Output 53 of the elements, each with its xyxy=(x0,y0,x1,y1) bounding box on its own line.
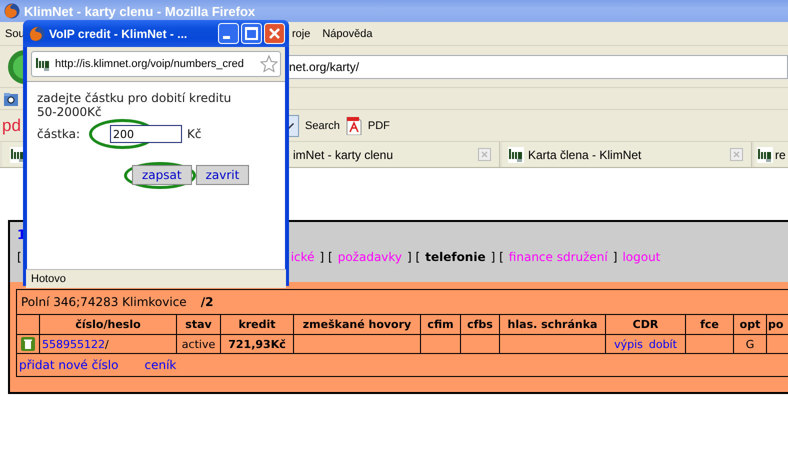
option-text: G xyxy=(746,338,754,350)
column-header: kredit xyxy=(220,315,294,334)
prompt-text: zadejte částku pro dobití kreditu 50-2000Kč xyxy=(37,91,232,119)
bracket-text: ] [ xyxy=(490,250,504,264)
browser-tab[interactable]: Karta člena - KlimNet xyxy=(502,142,752,167)
column-header: cfbs xyxy=(460,315,500,334)
close-icon[interactable] xyxy=(264,23,285,44)
field-label: částka: xyxy=(37,127,82,141)
column-header: stav xyxy=(176,315,220,334)
pdf-button[interactable]: PDF xyxy=(368,120,390,132)
cdr-link[interactable]: výpis xyxy=(614,338,643,350)
window-title: VoIP credit - KlimNet - ... xyxy=(49,26,188,40)
bracket-text: ] xyxy=(612,250,618,264)
logo-text: pd xyxy=(1,116,21,136)
close-button[interactable]: zavrit xyxy=(196,165,250,185)
address-text: Polní 346;74283 Klimkovice xyxy=(21,295,187,309)
close-tab-icon xyxy=(730,148,743,161)
amount-input[interactable]: 200 xyxy=(110,125,182,143)
cdr-link[interactable]: dobít xyxy=(648,338,677,350)
trash-icon[interactable] xyxy=(21,337,35,351)
status-text: active xyxy=(182,338,216,350)
current-section-label: telefonie xyxy=(425,250,486,264)
unit-label: Kč xyxy=(187,127,202,141)
unit-number: /2 xyxy=(200,295,214,309)
window-title: KlimNet - karty clenu - Mozilla Firefox xyxy=(24,4,256,18)
column-header: číslo/heslo xyxy=(40,315,176,334)
menu-item[interactable]: Nápověda xyxy=(322,28,372,40)
column-header: zmeškané hovory xyxy=(294,315,420,334)
pdf-icon xyxy=(346,116,362,134)
maximize-icon[interactable] xyxy=(241,23,262,44)
column-header: fce xyxy=(686,315,734,334)
password-text: / xyxy=(105,338,109,350)
credit-amount: 721,93Kč xyxy=(228,338,286,350)
column-header: CDR xyxy=(606,315,686,334)
star-icon xyxy=(260,55,278,73)
search-button[interactable]: Search xyxy=(305,120,340,132)
column-header: opt xyxy=(734,315,766,334)
bracket-text: ] [ xyxy=(407,250,420,264)
folder-search-icon xyxy=(3,90,19,106)
browser-tab[interactable]: re xyxy=(754,142,788,167)
footer-link[interactable]: ceník xyxy=(144,358,176,372)
close-tab-icon xyxy=(478,148,491,161)
minimize-icon[interactable] xyxy=(218,23,239,44)
address-field[interactable]: http://is.klimnet.org/voip/numbers_cred xyxy=(31,51,281,77)
bracket-text: ] [ xyxy=(320,250,333,264)
column-header: cfim xyxy=(420,315,460,334)
footer-link[interactable]: přidat nové číslo xyxy=(19,358,118,372)
bracket-text: [ xyxy=(17,250,22,264)
column-header: hlas. schránka xyxy=(500,315,606,334)
menu-item[interactable]: roje xyxy=(292,28,310,40)
phone-number-link[interactable]: 558955122 xyxy=(42,338,105,350)
submit-button[interactable]: zapsat xyxy=(132,165,192,185)
status-text: Hotovo xyxy=(31,273,66,285)
